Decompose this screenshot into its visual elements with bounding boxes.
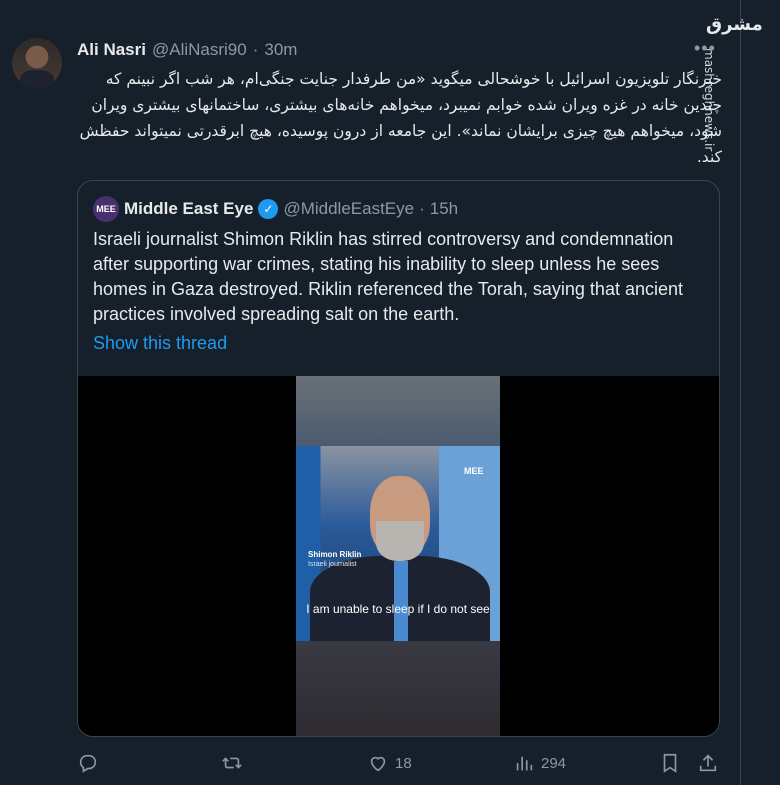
video-role-tag: Israeli journalist [308, 561, 357, 568]
heart-icon [370, 756, 386, 772]
column-divider [740, 0, 741, 785]
video-name-tag: Shimon Riklin [308, 550, 362, 559]
bookmark-icon [663, 753, 677, 773]
like-count: 18 [395, 754, 412, 772]
quoted-tweet-timestamp: 15h [429, 199, 459, 218]
verified-badge-icon: ✓ [258, 199, 279, 219]
quoted-author-avatar: MEE [93, 196, 119, 222]
retweet-button[interactable] [221, 752, 243, 774]
more-options-icon[interactable]: ••• [694, 38, 716, 59]
video-lower-area [296, 641, 500, 736]
separator-dot: · [419, 199, 425, 218]
quoted-author-handle: @MiddleEastEye [283, 199, 415, 218]
reply-button[interactable] [77, 752, 99, 774]
tweet-header: Ali Nasri @AliNasri90 · 30m [77, 40, 297, 60]
like-button[interactable]: 18 [367, 752, 412, 774]
video-player[interactable]: MEE Shimon Riklin Israeli journalist I a… [78, 376, 719, 736]
watermark-logo: مشرق [706, 14, 763, 35]
quoted-author-name: Middle East Eye [124, 199, 254, 218]
views-button[interactable]: 294 [513, 752, 566, 774]
retweet-icon [222, 757, 242, 769]
video-logo: MEE [464, 466, 484, 476]
quoted-tweet[interactable]: MEE Middle East Eye ✓ @MiddleEastEye · 1… [77, 180, 720, 737]
tweet-text: خبرنگار تلویزیون اسرائیل با خوشحالی میگو… [79, 70, 722, 166]
quoted-tweet-header: MEE Middle East Eye ✓ @MiddleEastEye · 1… [93, 196, 459, 222]
share-button[interactable] [697, 752, 719, 774]
analytics-icon [516, 756, 533, 771]
tweet-timestamp[interactable]: 30m [264, 40, 297, 60]
quoted-tweet-text: Israeli journalist Shimon Riklin has sti… [93, 229, 684, 324]
author-avatar[interactable] [12, 38, 62, 88]
separator-dot: · [252, 40, 259, 59]
show-thread-link[interactable]: Show this thread [93, 333, 227, 354]
tweet-actions: 18 294 [77, 752, 722, 776]
video-caption: I am unable to sleep if I do not see [306, 602, 490, 616]
view-count: 294 [541, 754, 567, 772]
reply-icon [79, 754, 97, 773]
video-frame[interactable]: MEE Shimon Riklin Israeli journalist I a… [296, 376, 500, 736]
bookmark-button[interactable] [659, 752, 681, 774]
presenter-beard [376, 521, 424, 561]
author-name[interactable]: Ali Nasri [77, 40, 146, 60]
author-handle[interactable]: @AliNasri90 [152, 40, 247, 60]
share-icon [699, 754, 717, 772]
